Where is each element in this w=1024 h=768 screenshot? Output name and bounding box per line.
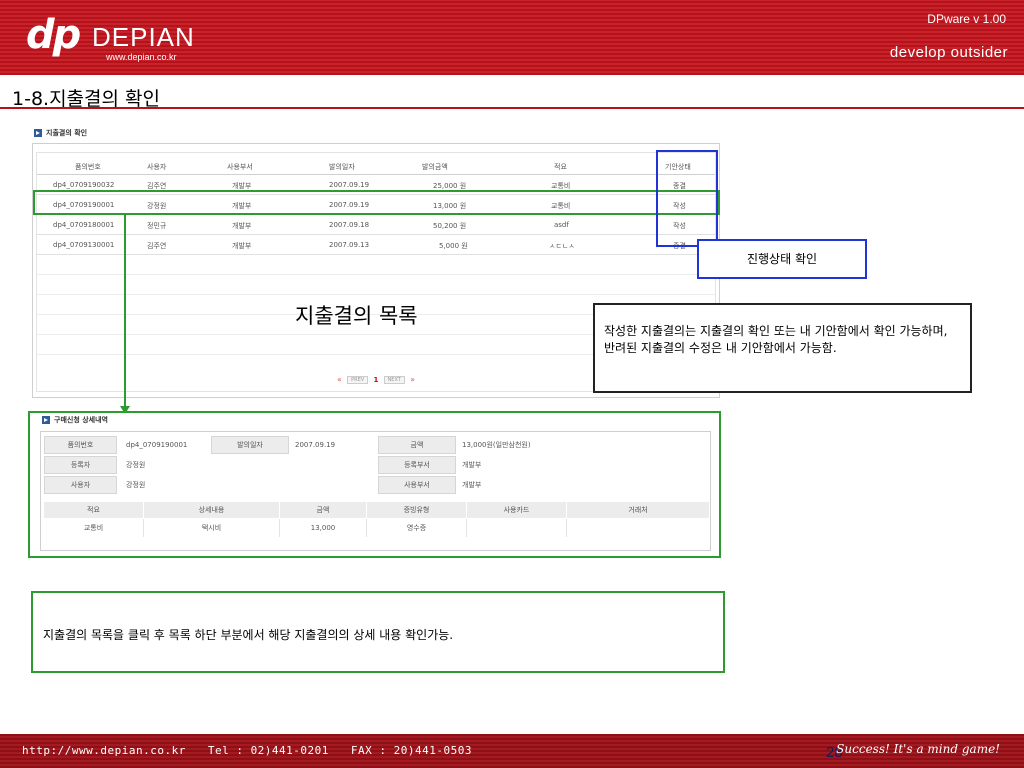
col-header-dept: 사용부서 [227, 163, 253, 171]
row-user: 정민규 [147, 222, 167, 230]
row-dept: 개발부 [232, 222, 252, 230]
user-label: 사용자 [44, 476, 117, 494]
prev-button[interactable]: PREV [347, 376, 369, 384]
row-amount: 5,000 원 [439, 242, 468, 250]
table-row[interactable]: dp4_0709130001 김주연 개발부 2007.09.13 5,000 … [37, 235, 715, 255]
bottom-note-box: 지출결의 목록을 클릭 후 목록 하단 부분에서 해당 지출결의의 상세 내용 … [31, 591, 725, 673]
first-page-icon[interactable]: « [337, 375, 342, 384]
table-row[interactable]: dp4_0709180001 정민규 개발부 2007.09.18 50,200… [37, 215, 715, 235]
col-header-doc-no: 품의번호 [75, 163, 101, 171]
detail-section-label: 구매신청 상세내역 [42, 415, 108, 425]
list-section-label: 지출결의 확인 [34, 128, 87, 138]
page-number-link[interactable]: 1 [373, 376, 378, 384]
use-dept-label: 사용부서 [378, 476, 456, 494]
row-amount: 50,200 원 [433, 222, 467, 230]
row-doc-no: dp4_0709180001 [53, 221, 115, 229]
version-label: DPware v 1.00 [927, 12, 1006, 26]
status-check-callout: 진행상태 확인 [697, 239, 867, 279]
row-date: 2007.09.18 [329, 221, 370, 229]
section-bullet-icon [34, 129, 42, 137]
date-value: 2007.09.19 [295, 441, 336, 449]
detail-cell-proof: 영수증 [367, 519, 467, 537]
logo-name: DEPIAN [92, 22, 195, 52]
next-button[interactable]: NEXT [383, 376, 405, 384]
col-header-user: 사용자 [147, 163, 167, 171]
detail-cell-amount: 13,000 [280, 519, 367, 537]
status-column-highlight [656, 150, 718, 247]
table-header: 품의번호 사용자 사용부서 발의일자 발의금액 적요 기안상태 [37, 157, 715, 175]
amount-value: 13,000원(일만삼천원) [462, 441, 531, 449]
detail-highlight-box: 구매신청 상세내역 품의번호 dp4_0709190001 발의일자 2007.… [28, 411, 721, 558]
detail-cell-desc: 교통비 [44, 519, 144, 537]
detail-col-amount: 금액 [280, 502, 367, 518]
doc-no-value: dp4_0709190001 [126, 441, 188, 449]
empty-row [37, 255, 715, 275]
title-divider [0, 107, 1024, 109]
detail-col-proof: 증빙유형 [367, 502, 467, 518]
info-note-box: 작성한 지출결의는 지출결의 확인 또는 내 기안함에서 확인 가능하며, 반려… [593, 303, 972, 393]
registrant-label: 등록자 [44, 456, 117, 474]
registrant-value: 강정원 [126, 461, 146, 469]
row-date: 2007.09.19 [329, 181, 370, 189]
detail-panel: 품의번호 dp4_0709190001 발의일자 2007.09.19 금액 1… [40, 431, 711, 551]
list-overlay-label: 지출결의 목록 [295, 304, 418, 328]
row-desc: asdf [554, 221, 569, 229]
footer-tel: Tel : 02)441-0201 [207, 744, 329, 757]
footer-contact: http://www.depian.co.kr Tel : 02)441-0201… [22, 744, 494, 757]
row-doc-no: dp4_0709130001 [53, 241, 115, 249]
last-page-icon[interactable]: » [410, 375, 415, 384]
logo-mark: dp [26, 12, 81, 58]
section-bullet-icon [42, 416, 50, 424]
pagination: « PREV 1 NEXT » [337, 375, 415, 384]
row-user: 김주연 [147, 242, 167, 250]
footer-slogan: Success! It's a mind game! [836, 742, 1000, 756]
reg-dept-label: 등록부서 [378, 456, 456, 474]
depian-logo: dp DEPIAN www.depian.co.kr [26, 12, 195, 66]
header-banner: dp DEPIAN www.depian.co.kr DPware v 1.00… [0, 0, 1024, 75]
logo-url: www.depian.co.kr [106, 52, 177, 62]
footer-banner: http://www.depian.co.kr Tel : 02)441-0201… [0, 734, 1024, 768]
connector-arrow-line [124, 214, 126, 410]
detail-col-desc: 적요 [44, 502, 144, 518]
footer-url: http://www.depian.co.kr [22, 744, 186, 757]
detail-cell-vendor [567, 519, 710, 537]
detail-col-content: 상세내용 [144, 502, 280, 518]
use-dept-value: 개발부 [462, 481, 482, 489]
reg-dept-value: 개발부 [462, 461, 482, 469]
row-date: 2007.09.13 [329, 241, 370, 249]
user-value: 강정원 [126, 481, 146, 489]
col-header-desc: 적요 [554, 163, 567, 171]
footer-fax: FAX : 20)441-0503 [350, 744, 473, 757]
amount-label: 금액 [378, 436, 456, 454]
col-header-date: 발의일자 [329, 163, 355, 171]
detail-section-label-text: 구매신청 상세내역 [54, 416, 108, 424]
detail-cell-content: 택시비 [144, 519, 280, 537]
row-desc: ㅅㄷㄴㅅ [549, 242, 575, 250]
row-doc-no: dp4_0709190032 [53, 181, 115, 189]
row-dept: 개발부 [232, 242, 252, 250]
list-section-label-text: 지출결의 확인 [46, 129, 88, 137]
date-label: 발의일자 [211, 436, 289, 454]
detail-cell-card [467, 519, 567, 537]
col-header-amount: 발의금액 [422, 163, 448, 171]
empty-row [37, 275, 715, 295]
doc-no-label: 품의번호 [44, 436, 117, 454]
detail-col-vendor: 거래처 [567, 502, 710, 518]
header-slogan: develop outsider [889, 44, 1008, 61]
selected-row-highlight [33, 190, 720, 215]
detail-col-card: 사용카드 [467, 502, 567, 518]
